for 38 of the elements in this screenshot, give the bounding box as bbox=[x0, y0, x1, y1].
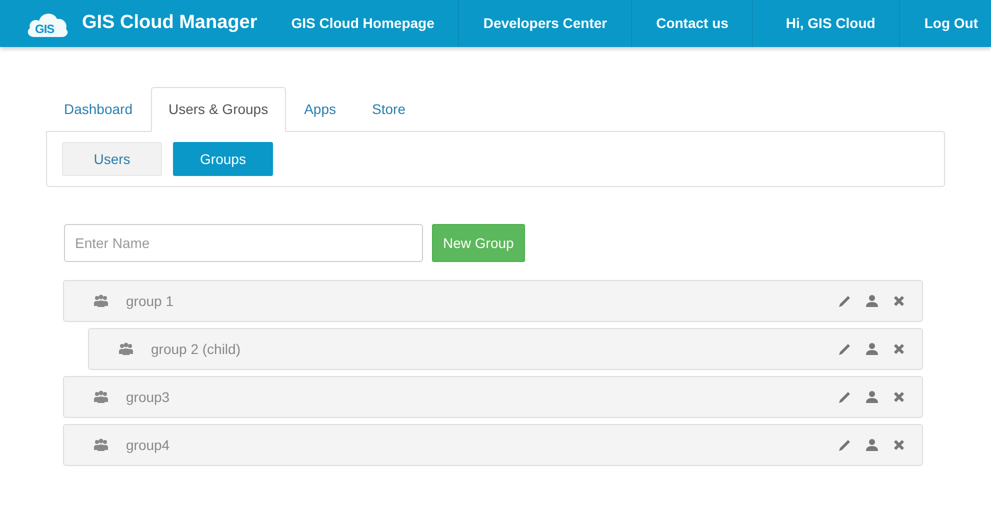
group-name: group3 bbox=[126, 388, 171, 407]
group-icon bbox=[94, 390, 108, 404]
tab[interactable]: Store bbox=[354, 87, 424, 132]
pencil-icon bbox=[838, 294, 852, 308]
user-icon bbox=[865, 294, 879, 308]
subtab-button[interactable]: Users bbox=[62, 142, 162, 176]
tab[interactable]: Apps bbox=[286, 87, 354, 132]
name-field[interactable]: Enter Name bbox=[64, 224, 423, 262]
group-name: group 2 (child) bbox=[151, 340, 242, 359]
group-row[interactable]: group 2 (child) bbox=[88, 328, 923, 370]
pencil-icon bbox=[838, 390, 852, 404]
pencil-icon bbox=[838, 438, 852, 452]
pencil-icon bbox=[838, 342, 852, 356]
group-icon bbox=[94, 294, 108, 308]
subtab-button[interactable]: Groups bbox=[173, 142, 273, 176]
group-name: group4 bbox=[126, 436, 171, 455]
group-row[interactable]: group 1 bbox=[63, 280, 923, 322]
nav-link[interactable]: GIS Cloud Homepage bbox=[267, 0, 460, 47]
close-icon bbox=[892, 390, 906, 404]
group-icon bbox=[94, 438, 108, 452]
brand-title: GIS Cloud Manager bbox=[81, 11, 258, 36]
tab[interactable]: Dashboard bbox=[46, 87, 150, 132]
tab[interactable]: Users & Groups bbox=[150, 87, 286, 132]
nav-link[interactable]: Hi, GIS Cloud bbox=[762, 0, 900, 47]
user-icon bbox=[865, 390, 879, 404]
group-name: group 1 bbox=[126, 292, 174, 311]
group-row[interactable]: group3 bbox=[63, 376, 923, 418]
group-icon bbox=[119, 342, 133, 356]
group-row[interactable]: group4 bbox=[63, 424, 923, 466]
close-icon bbox=[892, 342, 906, 356]
new-group-button[interactable]: New Group bbox=[432, 224, 525, 262]
nav-link[interactable]: Contact us bbox=[632, 0, 754, 47]
nav-link[interactable]: Developers Center bbox=[459, 0, 632, 47]
user-icon bbox=[865, 438, 879, 452]
nav-link[interactable]: Log Out bbox=[900, 0, 991, 47]
close-icon bbox=[892, 438, 906, 452]
user-icon bbox=[865, 342, 879, 356]
close-icon bbox=[892, 294, 906, 308]
